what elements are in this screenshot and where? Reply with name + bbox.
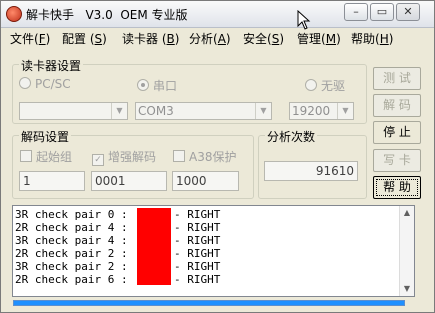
- chevron-down-icon[interactable]: ▼: [337, 103, 353, 119]
- baud-combo[interactable]: 19200 ▼: [289, 102, 354, 120]
- maximize-icon[interactable]: ▭: [370, 3, 394, 21]
- radio-serial[interactable]: 串口: [137, 77, 177, 94]
- scroll-down-icon[interactable]: ▼: [400, 282, 414, 296]
- decode-settings-title: 解码设置: [19, 128, 72, 145]
- check-enhanced-decode[interactable]: ✓ 增强解码: [92, 148, 156, 166]
- a38-value-input[interactable]: 1000: [172, 171, 239, 191]
- write-card-button[interactable]: 写 卡: [373, 149, 421, 172]
- radio-pcsc-indicator: [19, 77, 31, 89]
- checkbox-start-group: [20, 150, 32, 162]
- menu-analyze[interactable]: 分析(A): [189, 30, 231, 47]
- window-title: 解卡快手 V3.0 OEM 专业版: [26, 8, 188, 22]
- help-button[interactable]: 帮 助: [373, 176, 421, 199]
- decode-settings-group: 解码设置 起始组 ✓ 增强解码 A38保护 1 0001 1000: [12, 128, 254, 199]
- test-button[interactable]: 测 试: [373, 67, 421, 90]
- log-output[interactable]: 3R check pair 0 : - RIGHT 2R check pair …: [12, 205, 415, 297]
- reader-settings-group: 读卡器设置 PC/SC 串口 无驱 ▼ COM3 ▼ 19200 ▼: [12, 57, 367, 124]
- radio-nodriver-indicator: [305, 79, 317, 91]
- menu-manage[interactable]: 管理(M): [297, 30, 341, 47]
- log-scrollbar[interactable]: ▲ ▼: [399, 206, 414, 296]
- log-line: 2R check pair 4 : - RIGHT: [15, 221, 221, 234]
- port-combo[interactable]: COM3 ▼: [135, 102, 272, 120]
- checkmark-icon: ✓: [92, 154, 104, 166]
- menu-security[interactable]: 安全(S): [243, 30, 284, 47]
- log-line: 3R check pair 0 : - RIGHT: [15, 208, 221, 221]
- log-line: 2R check pair 6 : - RIGHT: [15, 273, 221, 286]
- app-icon: [6, 6, 22, 22]
- menu-config[interactable]: 配置 (S): [62, 30, 107, 47]
- radio-pcsc[interactable]: PC/SC: [19, 77, 71, 91]
- progress-bar: [13, 300, 405, 306]
- main-window: 解卡快手 V3.0 OEM 专业版 – ▭ ✕ 文件(F) 配置 (S) 读卡器…: [0, 0, 435, 313]
- radio-nodriver[interactable]: 无驱: [305, 77, 345, 94]
- menu-bar: 文件(F) 配置 (S) 读卡器 (B) 分析(A) 安全(S) 管理(M) 帮…: [1, 28, 434, 48]
- log-line: 3R check pair 2 : - RIGHT: [15, 260, 221, 273]
- reader-type-combo[interactable]: ▼: [19, 102, 128, 120]
- start-group-input[interactable]: 1: [19, 171, 85, 191]
- check-start-group[interactable]: 起始组: [20, 148, 72, 165]
- minimize-icon[interactable]: –: [344, 3, 368, 21]
- menu-help[interactable]: 帮助(H): [351, 30, 393, 47]
- baud-value: 19200: [292, 104, 331, 118]
- analysis-count-title: 分析次数: [265, 128, 318, 145]
- title-bar[interactable]: 解卡快手 V3.0 OEM 专业版 – ▭ ✕: [1, 1, 434, 28]
- scroll-up-icon[interactable]: ▲: [400, 206, 414, 220]
- menu-reader[interactable]: 读卡器 (B): [122, 30, 179, 47]
- analysis-count-group: 分析次数 91610: [258, 128, 367, 199]
- menu-file[interactable]: 文件(F): [10, 30, 50, 47]
- port-value: COM3: [138, 104, 174, 118]
- decode-button[interactable]: 解 码: [373, 94, 421, 117]
- radio-serial-indicator: [137, 79, 149, 91]
- stop-button[interactable]: 停 止: [373, 121, 421, 144]
- close-icon[interactable]: ✕: [396, 3, 420, 21]
- mouse-cursor-icon: [297, 10, 311, 30]
- log-line: 2R check pair 2 : - RIGHT: [15, 247, 221, 260]
- reader-settings-title: 读卡器设置: [19, 57, 84, 74]
- chevron-down-icon[interactable]: ▼: [111, 103, 127, 119]
- log-line: 3R check pair 4 : - RIGHT: [15, 234, 221, 247]
- check-a38-protect[interactable]: A38保护: [173, 148, 236, 165]
- checkbox-a38-protect: [173, 150, 185, 162]
- analysis-count-value: 91610: [264, 161, 358, 181]
- chevron-down-icon[interactable]: ▼: [255, 103, 271, 119]
- enhance-value-input[interactable]: 0001: [91, 171, 167, 191]
